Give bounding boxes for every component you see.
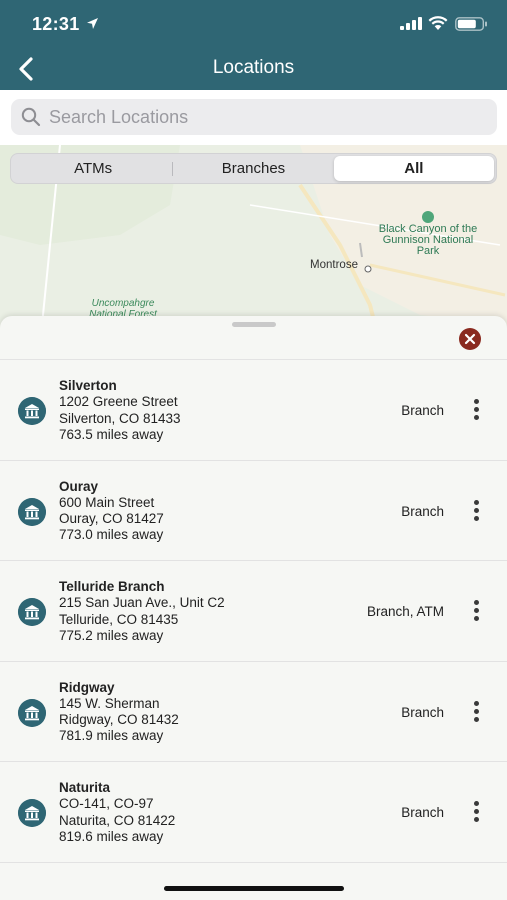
location-type: Branch <box>401 805 444 820</box>
location-address: CO-141, CO-97 <box>59 796 154 812</box>
location-type: Branch <box>401 503 444 519</box>
location-city: Ouray, CO 81427 <box>59 511 164 527</box>
location-name: Ridgway <box>59 679 115 695</box>
location-name: Naturita <box>59 780 111 795</box>
segment-atms[interactable]: ATMs <box>13 156 174 181</box>
bank-icon <box>18 799 46 827</box>
location-info: Ouray 600 Main Street Ouray, CO 81427 77… <box>59 479 164 544</box>
segment-branches[interactable]: Branches <box>173 156 333 181</box>
location-row[interactable]: Ridgway 145 W. Sherman Ridgway, CO 81432… <box>0 662 507 762</box>
more-options-icon[interactable] <box>466 497 486 527</box>
more-options-icon[interactable] <box>466 597 486 627</box>
location-name: Silverton <box>59 378 117 393</box>
bank-icon <box>18 598 46 626</box>
location-info: Silverton 1202 Greene Street Silverton, … <box>59 378 181 443</box>
location-distance: 781.9 miles away <box>59 728 164 744</box>
map-label-park: Black Canyon of the Gunnison National Pa… <box>378 223 478 257</box>
location-city: Naturita, CO 81422 <box>59 812 176 828</box>
location-name: Telluride Branch <box>59 579 165 594</box>
locations-sheet: Silverton 1202 Greene Street Silverton, … <box>0 316 507 900</box>
location-arrow-icon <box>87 18 98 29</box>
close-icon[interactable] <box>459 328 481 350</box>
bank-icon <box>18 698 46 727</box>
location-address: 1202 Greene Street <box>59 394 178 410</box>
location-row[interactable]: Silverton 1202 Greene Street Silverton, … <box>0 360 507 461</box>
status-bar: 12:31 <box>0 0 507 48</box>
location-row[interactable]: Telluride Branch 215 San Juan Ave., Unit… <box>0 561 507 662</box>
location-city: Telluride, CO 81435 <box>59 611 179 627</box>
location-row[interactable]: Naturita CO-141, CO-97 Naturita, CO 8142… <box>0 762 507 863</box>
location-distance: 775.2 miles away <box>59 627 164 643</box>
segment-all[interactable]: All <box>333 156 494 181</box>
location-city: Ridgway, CO 81432 <box>59 712 179 728</box>
location-row[interactable]: Ouray 600 Main Street Ouray, CO 81427 77… <box>0 461 507 561</box>
locations-list: Silverton 1202 Greene Street Silverton, … <box>0 360 507 863</box>
location-address: 600 Main Street <box>59 494 155 510</box>
location-address: 145 W. Sherman <box>59 695 160 711</box>
page-title: Locations <box>212 57 295 78</box>
location-filter-segmented-control[interactable]: ATMs Branches All <box>10 153 497 184</box>
location-info: Ridgway 145 W. Sherman Ridgway, CO 81432… <box>59 680 179 745</box>
location-name: Ouray <box>59 478 99 494</box>
location-type: Branch, ATM <box>366 604 444 619</box>
search-bar[interactable] <box>11 99 497 135</box>
map-label-montrose: Montrose <box>310 259 358 271</box>
wifi-icon <box>428 16 448 30</box>
location-address: 215 San Juan Ave., Unit C2 <box>59 595 225 611</box>
home-indicator[interactable] <box>164 886 344 891</box>
location-type: Branch <box>401 704 444 720</box>
more-options-icon[interactable] <box>466 698 486 728</box>
battery-icon <box>455 17 487 31</box>
more-options-icon[interactable] <box>466 798 486 828</box>
location-distance: 773.0 miles away <box>59 527 164 543</box>
sheet-drag-handle[interactable] <box>232 322 276 327</box>
bank-icon <box>18 397 46 425</box>
nav-bar: Locations <box>0 48 507 90</box>
search-input[interactable] <box>49 103 479 131</box>
bank-icon <box>18 497 46 526</box>
cellular-signal-icon <box>400 17 422 30</box>
location-type: Branch <box>401 403 444 418</box>
location-distance: 763.5 miles away <box>59 426 164 442</box>
search-icon <box>21 107 41 127</box>
location-distance: 819.6 miles away <box>59 828 164 844</box>
location-city: Silverton, CO 81433 <box>59 410 181 426</box>
status-time: 12:31 <box>32 14 80 34</box>
location-info: Telluride Branch 215 San Juan Ave., Unit… <box>59 579 225 644</box>
location-info: Naturita CO-141, CO-97 Naturita, CO 8142… <box>59 780 175 845</box>
more-options-icon[interactable] <box>466 396 486 426</box>
search-container <box>0 90 507 148</box>
